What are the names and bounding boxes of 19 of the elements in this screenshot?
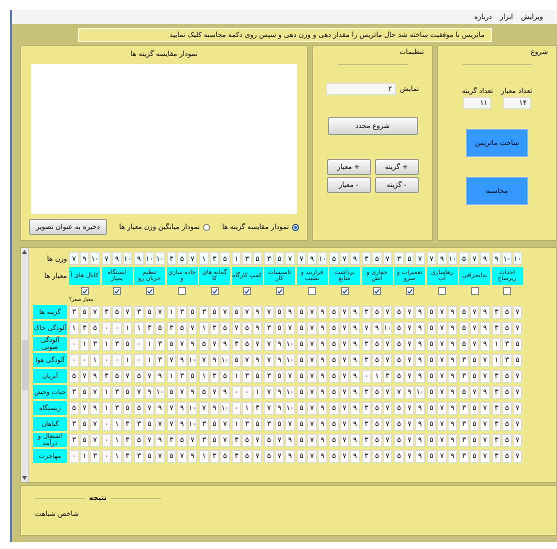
radio-button[interactable]	[202, 224, 210, 230]
checkbox[interactable]	[470, 287, 478, 295]
checkbox[interactable]	[276, 287, 284, 295]
scrollbar[interactable]	[21, 248, 29, 482]
checkbox[interactable]	[340, 287, 348, 295]
checkbox[interactable]	[438, 287, 446, 295]
scroll-down-icon[interactable]	[22, 476, 27, 480]
radio-button[interactable]	[292, 224, 299, 230]
checkbox[interactable]	[178, 287, 186, 295]
checkbox[interactable]	[80, 287, 88, 295]
checkbox[interactable]	[210, 287, 218, 295]
checkbox[interactable]	[113, 287, 121, 295]
checkbox[interactable]	[243, 287, 251, 295]
checkbox[interactable]	[146, 287, 154, 295]
checkbox[interactable]	[308, 287, 316, 295]
scroll-up-icon[interactable]	[22, 250, 27, 254]
checkbox[interactable]	[373, 287, 381, 295]
checkbox[interactable]	[503, 287, 511, 295]
checkbox[interactable]	[406, 287, 414, 295]
